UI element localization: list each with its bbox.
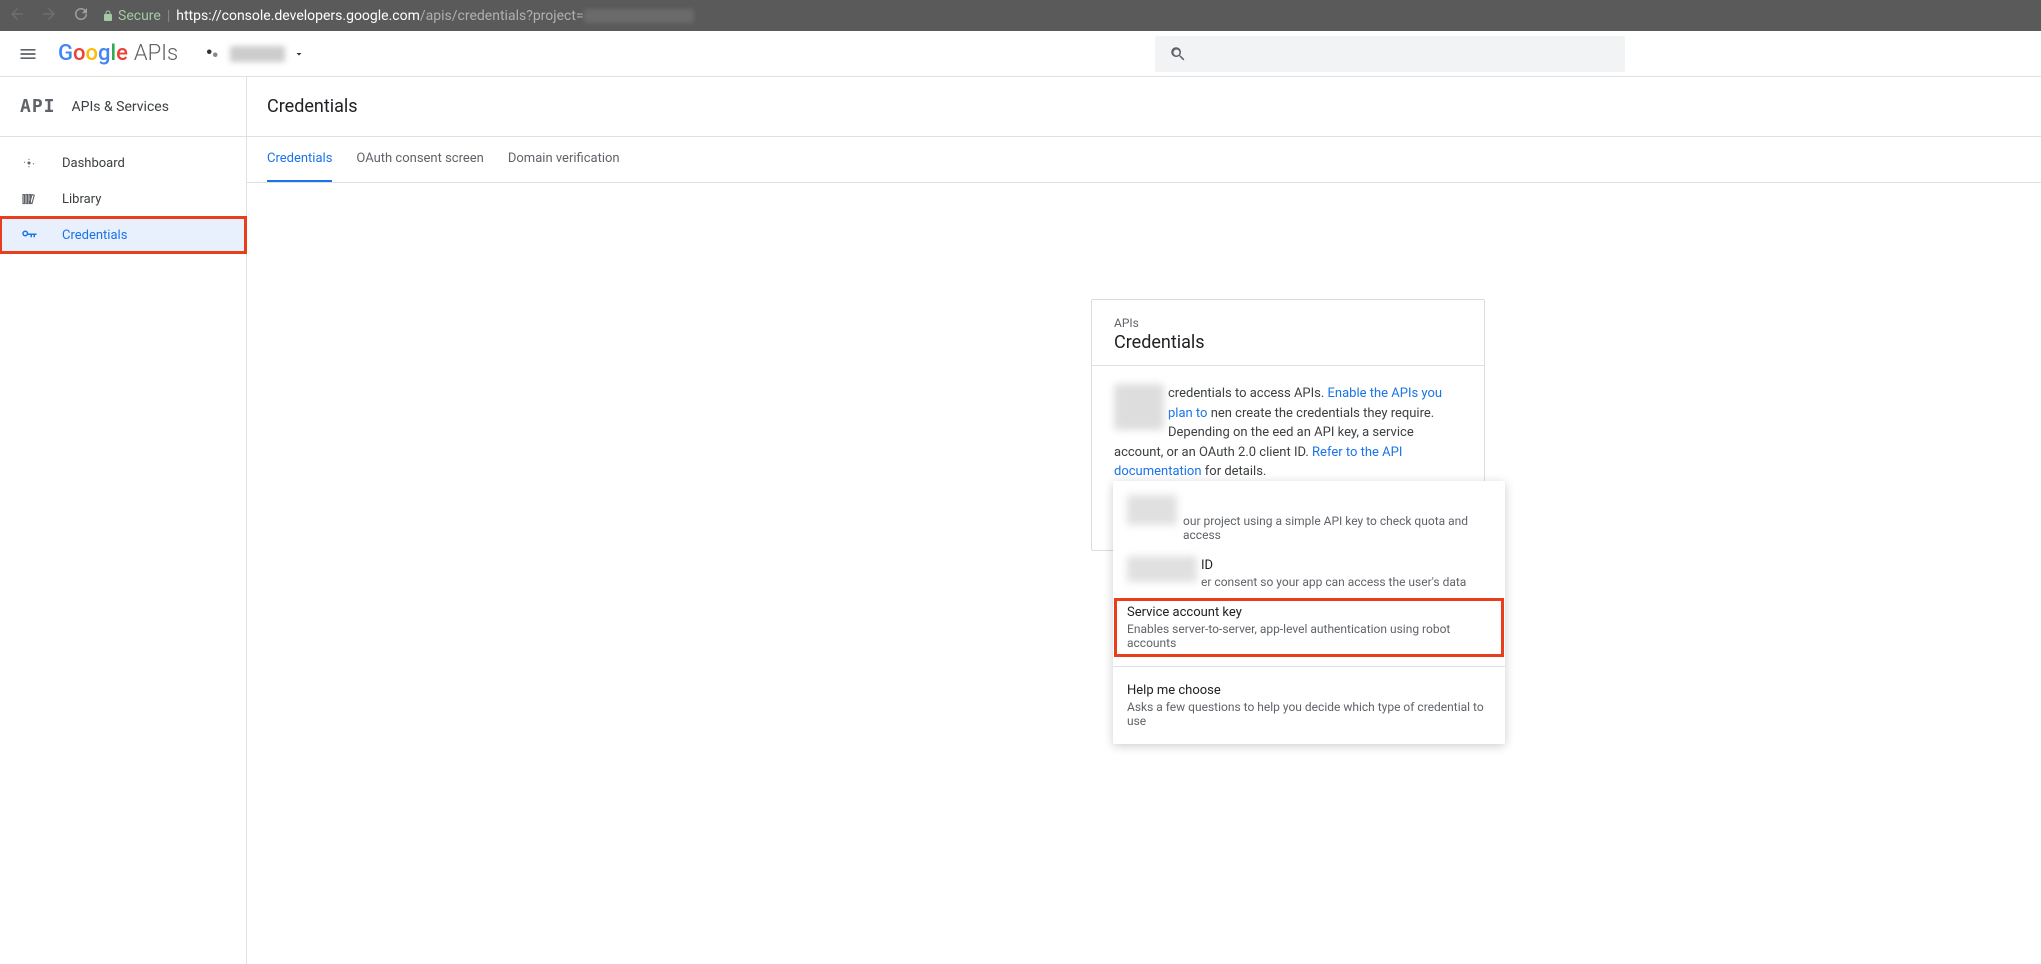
api-logo-icon: API [20,96,56,117]
sidebar-item-label: Dashboard [62,156,125,171]
project-selector[interactable] [204,45,305,63]
main-header: Credentials [247,77,2041,137]
sidebar: API APIs & Services Dashboard Library Cr… [0,77,247,964]
url-bar[interactable]: Secure | https://console.developers.goog… [102,8,694,24]
card-title: Credentials [1114,332,1462,353]
secure-indicator: Secure [102,8,161,24]
search-input[interactable] [1155,36,1625,72]
browser-chrome: Secure | https://console.developers.goog… [0,0,2041,31]
back-icon[interactable] [8,5,26,27]
main-content: Credentials Credentials OAuth consent sc… [247,77,2041,964]
card-header: APIs Credentials [1092,300,1484,366]
dropdown-icon [293,48,305,60]
dropdown-item-service-account-key[interactable]: Service account key Enables server-to-se… [1113,597,1505,658]
dropdown-item-oauth-client-id[interactable]: ID er consent so your app can access the… [1113,550,1505,597]
app-bar: Google APIs [0,31,2041,77]
card-suptitle: APIs [1114,316,1462,330]
dropdown-divider [1113,666,1505,667]
sidebar-header[interactable]: API APIs & Services [0,77,246,137]
library-icon [20,190,38,208]
page-title: Credentials [267,96,358,117]
sidebar-item-credentials[interactable]: Credentials [0,217,246,253]
key-icon [20,226,38,244]
google-apis-logo[interactable]: Google APIs [58,41,178,66]
dashboard-icon [20,154,38,172]
redacted-region [1127,556,1197,582]
dropdown-item-api-key[interactable]: our project using a simple API key to ch… [1113,489,1505,550]
tab-credentials[interactable]: Credentials [267,137,332,182]
sidebar-item-label: Library [62,192,101,207]
card-blur-region [1114,384,1164,430]
tab-domain-verification[interactable]: Domain verification [508,137,620,182]
search-icon [1169,45,1187,63]
redacted-region [1127,495,1177,525]
url-text: https://console.developers.google.com/ap… [176,8,693,24]
tab-oauth-consent[interactable]: OAuth consent screen [356,137,483,182]
secure-label: Secure [118,8,161,24]
dropdown-item-help-me-choose[interactable]: Help me choose Asks a few questions to h… [1113,675,1505,736]
url-redacted [584,9,694,23]
sidebar-item-dashboard[interactable]: Dashboard [0,145,246,181]
hamburger-menu-icon[interactable] [16,42,40,66]
sidebar-title: APIs & Services [72,99,169,115]
reload-icon[interactable] [72,5,90,27]
url-divider: | [167,8,170,24]
project-icon [204,45,222,63]
create-credentials-dropdown: our project using a simple API key to ch… [1113,481,1505,744]
forward-icon[interactable] [40,5,58,27]
tabs: Credentials OAuth consent screen Domain … [247,137,2041,183]
project-name-redacted [230,46,285,62]
lock-icon [102,10,114,22]
sidebar-item-library[interactable]: Library [0,181,246,217]
browser-nav [8,5,90,27]
sidebar-item-label: Credentials [62,228,127,243]
